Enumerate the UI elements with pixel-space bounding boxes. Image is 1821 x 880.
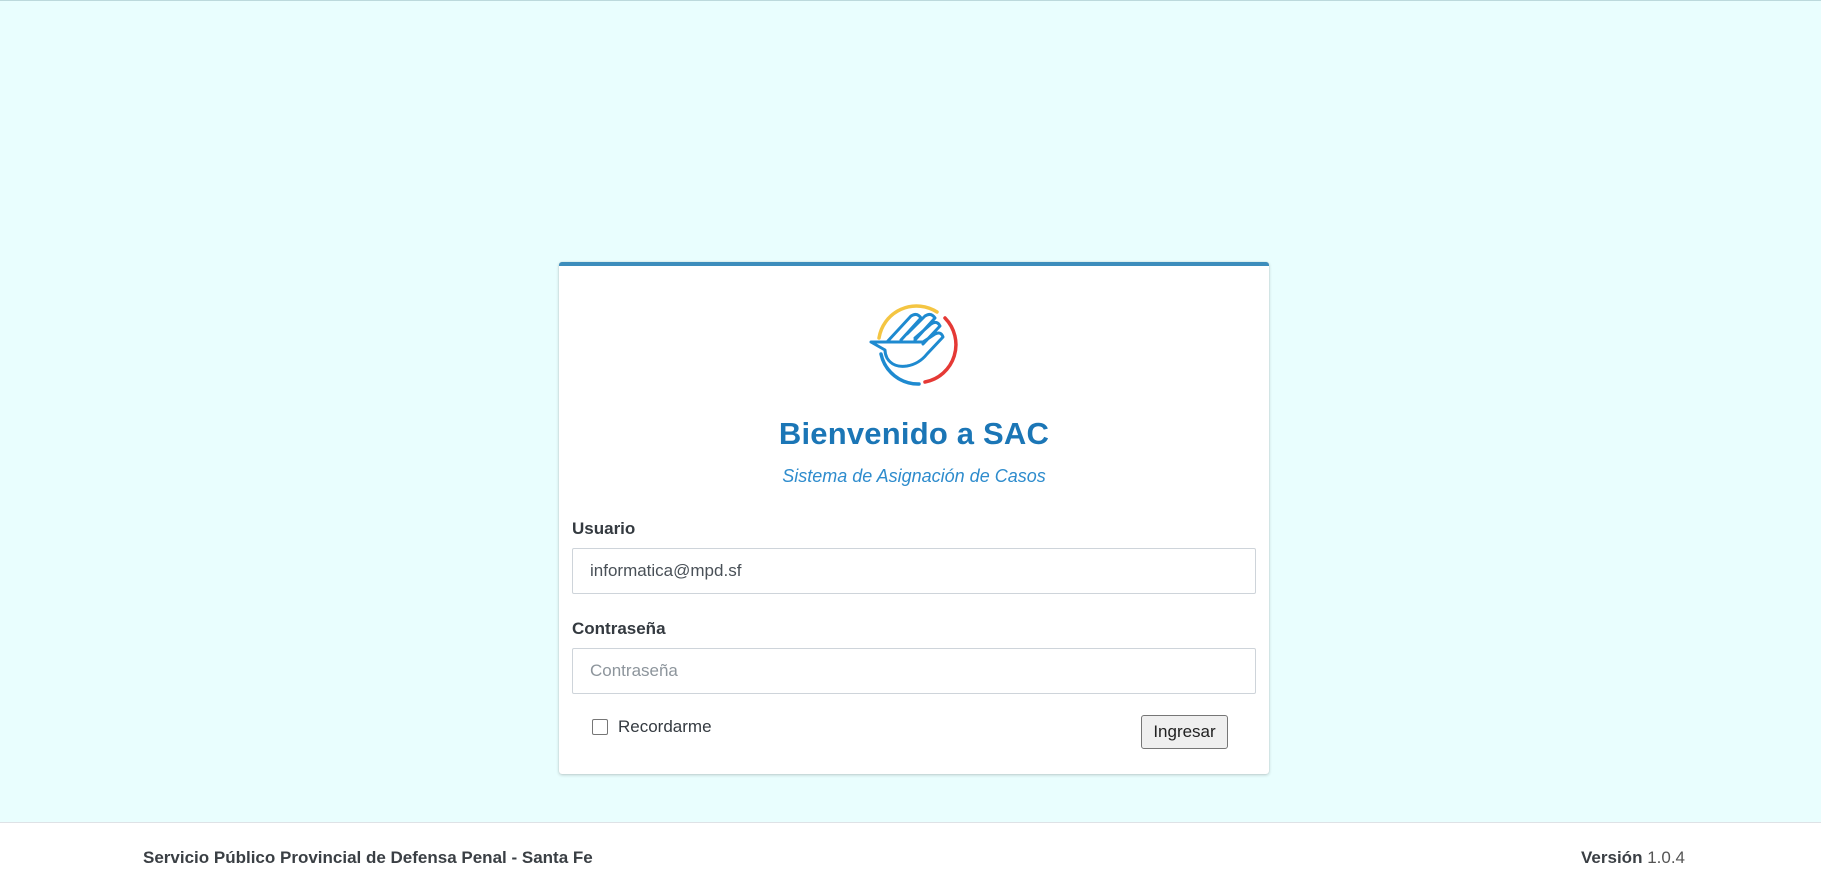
page-title: Bienvenido a SAC [778, 416, 1050, 451]
page-subtitle: Sistema de Asignación de Casos [782, 466, 1046, 486]
version-number: 1.0.4 [1647, 848, 1685, 867]
footer: Servicio Público Provincial de Defensa P… [0, 822, 1821, 880]
password-label: Contraseña [572, 619, 666, 638]
version-label: Versión [1581, 848, 1643, 867]
remember-me[interactable]: Recordarme [592, 717, 712, 737]
remember-checkbox[interactable] [592, 719, 608, 735]
remember-label: Recordarme [618, 717, 712, 736]
username-label: Usuario [572, 519, 636, 538]
password-input[interactable] [572, 648, 1256, 694]
login-card: Bienvenido a SAC Sistema de Asignación d… [559, 262, 1269, 774]
top-border [0, 0, 1821, 1]
login-button[interactable]: Ingresar [1141, 715, 1228, 749]
username-input[interactable] [572, 548, 1256, 594]
hand-logo-icon [867, 302, 963, 390]
footer-organization: Servicio Público Provincial de Defensa P… [143, 848, 593, 867]
footer-version: Versión 1.0.4 [1581, 848, 1685, 868]
